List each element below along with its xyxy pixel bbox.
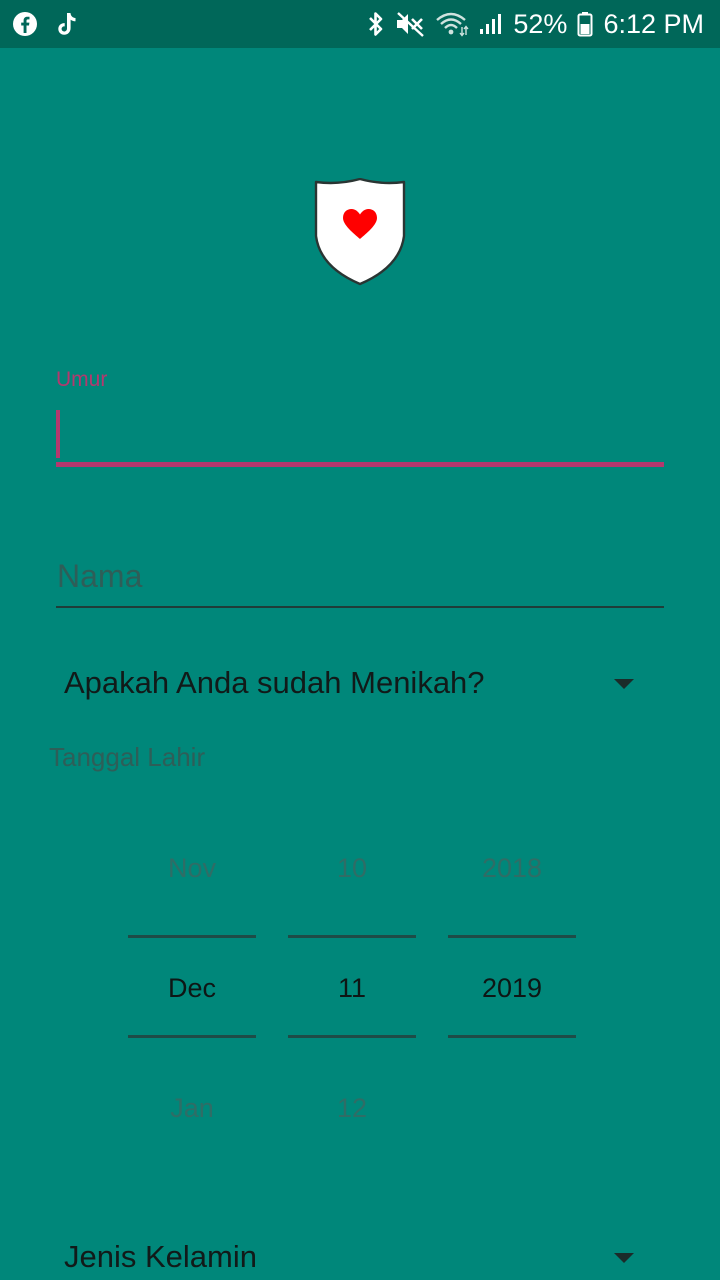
- text-cursor: [56, 410, 60, 458]
- battery-percent: 52%: [513, 9, 568, 39]
- day-next[interactable]: 12: [288, 1088, 416, 1128]
- nama-underline: [56, 606, 664, 608]
- battery-icon: [577, 10, 593, 38]
- umur-input[interactable]: [56, 400, 664, 468]
- bluetooth-icon: [367, 10, 385, 38]
- wifi-icon: [435, 10, 469, 38]
- tiktok-icon: [56, 11, 78, 37]
- facebook-icon: [12, 11, 38, 37]
- picker-divider: [128, 1035, 256, 1038]
- picker-divider: [288, 1035, 416, 1038]
- birth-date-label: Tanggal Lahir: [49, 742, 206, 772]
- umur-label: Umur: [56, 368, 108, 391]
- day-current[interactable]: 11: [288, 968, 416, 1008]
- clock: 6:12 PM: [603, 9, 704, 39]
- signal-icon: [479, 10, 503, 38]
- picker-divider: [128, 935, 256, 938]
- gender-spinner[interactable]: Jenis Kelamin: [64, 1237, 664, 1280]
- dropdown-arrow-icon: [614, 679, 634, 689]
- dropdown-arrow-icon: [614, 1253, 634, 1263]
- status-bar: 52% 6:12 PM: [0, 0, 720, 48]
- umur-underline: [56, 462, 664, 467]
- day-prev[interactable]: 10: [288, 848, 416, 888]
- year-current[interactable]: 2019: [448, 968, 576, 1008]
- month-picker[interactable]: Nov Dec Jan: [128, 840, 256, 1140]
- gender-label: Jenis Kelamin: [64, 1239, 257, 1274]
- app-logo: [313, 177, 407, 288]
- year-prev[interactable]: 2018: [448, 848, 576, 888]
- shield-heart-icon: [314, 177, 406, 286]
- month-prev[interactable]: Nov: [128, 848, 256, 888]
- month-current[interactable]: Dec: [128, 968, 256, 1008]
- mute-icon: [395, 10, 425, 38]
- year-picker[interactable]: 2018 2019: [448, 840, 576, 1140]
- day-picker[interactable]: 10 11 12: [288, 840, 416, 1140]
- married-status-label: Apakah Anda sudah Menikah?: [64, 665, 485, 700]
- picker-divider: [448, 935, 576, 938]
- month-next[interactable]: Jan: [128, 1088, 256, 1128]
- married-status-spinner[interactable]: Apakah Anda sudah Menikah?: [64, 663, 664, 723]
- picker-divider: [448, 1035, 576, 1038]
- nama-input[interactable]: Nama: [56, 548, 664, 610]
- picker-divider: [288, 935, 416, 938]
- nama-placeholder: Nama: [57, 558, 143, 594]
